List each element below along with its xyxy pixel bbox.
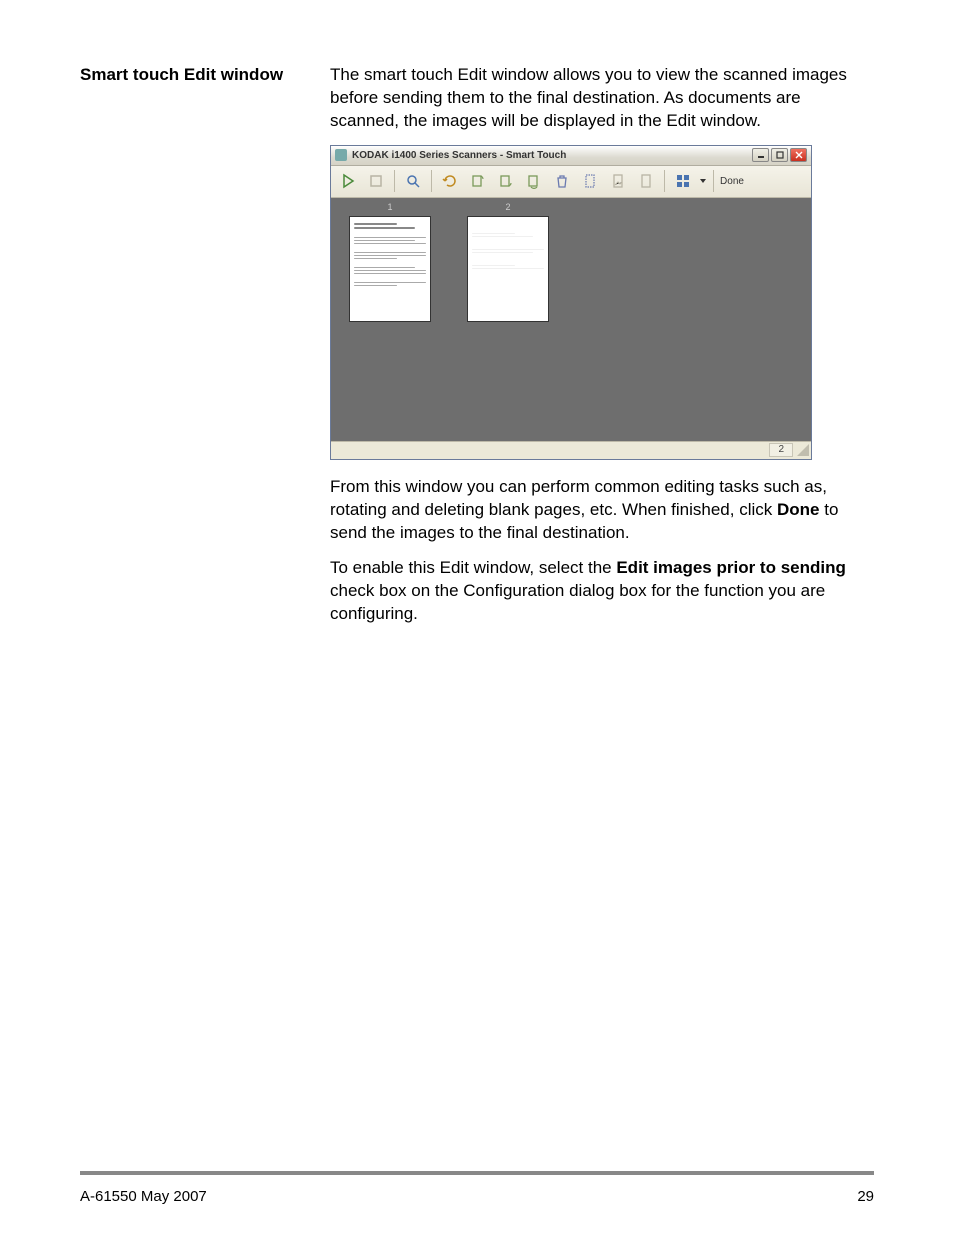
page-select-icon[interactable] — [577, 168, 603, 194]
thumbnail-slot[interactable]: 1 — [331, 202, 449, 322]
toolbar-separator — [713, 170, 714, 192]
rotate-icon[interactable] — [437, 168, 463, 194]
thumbnail-number: 1 — [387, 202, 392, 214]
delete-icon[interactable] — [549, 168, 575, 194]
paragraph-editing: From this window you can perform common … — [330, 476, 874, 545]
thumbnail-slot[interactable]: 2 — [449, 202, 567, 322]
rotate-left-icon[interactable] — [465, 168, 491, 194]
done-label: Done — [720, 176, 744, 187]
page-footer: A-61550 May 2007 29 — [80, 1188, 874, 1205]
thumbnail-number: 2 — [505, 202, 510, 214]
resize-grip-icon[interactable] — [797, 444, 809, 456]
play-icon[interactable] — [335, 168, 361, 194]
edit-window-screenshot: KODAK i1400 Series Scanners - Smart Touc… — [330, 145, 812, 460]
status-bar: 2 — [331, 441, 811, 459]
window-title: KODAK i1400 Series Scanners - Smart Touc… — [352, 150, 566, 161]
close-button[interactable] — [790, 148, 807, 162]
footer-page-number: 29 — [857, 1188, 874, 1205]
toolbar-separator — [431, 170, 432, 192]
rotate-180-icon[interactable] — [521, 168, 547, 194]
toolbar-separator — [394, 170, 395, 192]
thumbnail-page — [349, 216, 431, 322]
rotate-right-icon[interactable] — [493, 168, 519, 194]
app-icon — [335, 149, 347, 161]
page-icon[interactable] — [633, 168, 659, 194]
magnifier-icon[interactable] — [400, 168, 426, 194]
status-count: 2 — [769, 443, 793, 457]
maximize-button[interactable] — [771, 148, 788, 162]
toolbar: Done — [331, 166, 811, 198]
blank-page-icon[interactable] — [605, 168, 631, 194]
footer-doc-id: A-61550 May 2007 — [80, 1188, 207, 1205]
footer-rule — [80, 1171, 874, 1175]
done-button[interactable]: Done — [719, 168, 745, 194]
paragraph-enable: To enable this Edit window, select the E… — [330, 557, 874, 626]
thumbnails-area: 1 2 — [331, 198, 811, 441]
stop-icon[interactable] — [363, 168, 389, 194]
toolbar-separator — [664, 170, 665, 192]
paragraph-intro: The smart touch Edit window allows you t… — [330, 64, 874, 133]
minimize-button[interactable] — [752, 148, 769, 162]
window-titlebar: KODAK i1400 Series Scanners - Smart Touc… — [331, 146, 811, 166]
thumbnail-page — [467, 216, 549, 322]
dropdown-arrow-icon[interactable] — [698, 168, 708, 194]
section-title: Smart touch Edit window — [80, 64, 308, 86]
view-grid-icon[interactable] — [670, 168, 696, 194]
